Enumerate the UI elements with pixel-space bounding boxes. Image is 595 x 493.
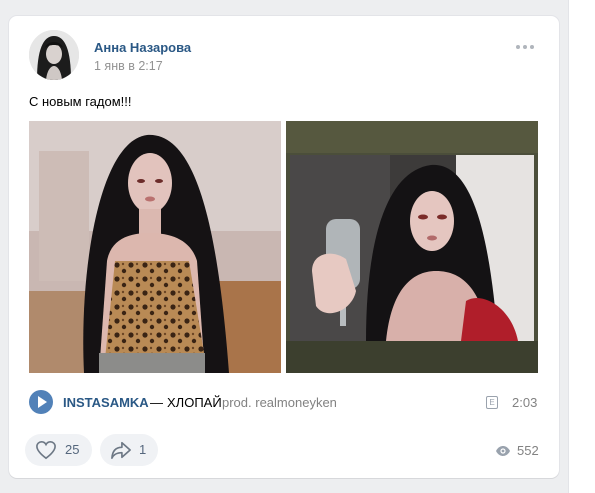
like-count: 25 xyxy=(65,442,80,457)
avatar[interactable] xyxy=(29,30,79,80)
audio-attachment[interactable]: INSTASAMKA — ХЛОПАЙ prod. realmoneyken E… xyxy=(29,390,539,414)
post-text: С новым гадом!!! xyxy=(29,94,132,109)
eye-icon xyxy=(496,446,510,456)
views-count: 552 xyxy=(517,443,539,458)
more-horizontal-icon[interactable] xyxy=(516,41,536,53)
audio-artist[interactable]: INSTASAMKA xyxy=(63,395,149,410)
explicit-badge: E xyxy=(486,396,498,409)
audio-title: ХЛОПАЙ xyxy=(167,395,222,410)
like-button[interactable]: 25 xyxy=(25,434,92,466)
post-photo-1[interactable] xyxy=(29,121,281,373)
heart-icon xyxy=(36,440,56,460)
share-arrow-icon xyxy=(111,441,131,459)
right-panel-edge xyxy=(568,0,595,493)
post-photo-2[interactable] xyxy=(286,121,538,373)
views-counter: 552 xyxy=(495,443,555,459)
share-button[interactable]: 1 xyxy=(100,434,158,466)
author-name[interactable]: Анна Назарова xyxy=(94,40,191,55)
audio-separator: — xyxy=(150,395,163,410)
audio-featuring: prod. realmoneyken xyxy=(222,395,337,410)
play-icon[interactable] xyxy=(29,390,53,414)
audio-duration: 2:03 xyxy=(512,395,538,410)
share-count: 1 xyxy=(139,442,147,457)
post-card: Анна Назарова 1 янв в 2:17 С новым гадом… xyxy=(9,16,559,478)
post-date[interactable]: 1 янв в 2:17 xyxy=(94,59,163,73)
